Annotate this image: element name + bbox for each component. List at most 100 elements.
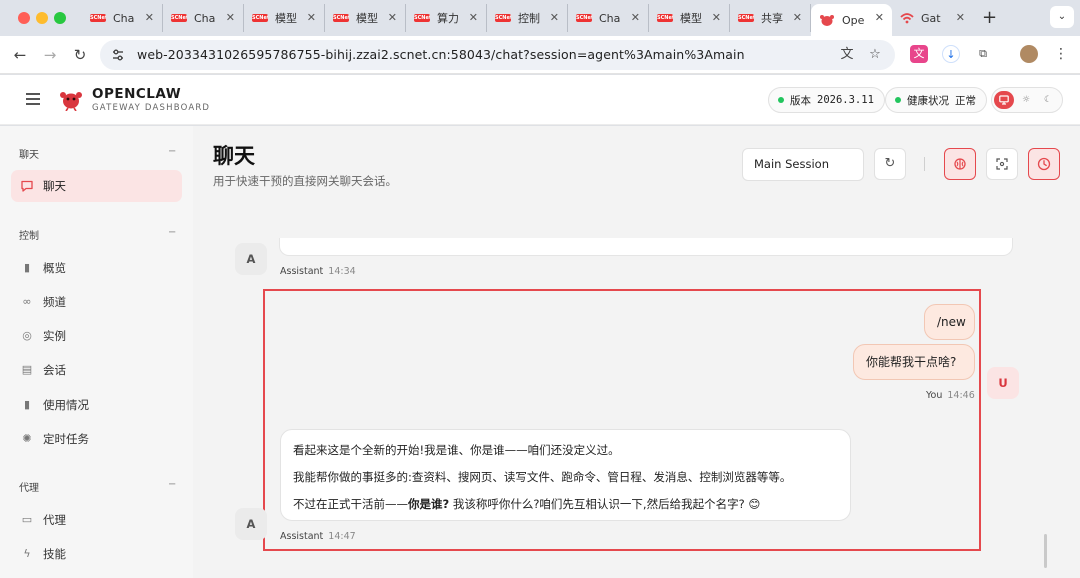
window-zoom-button[interactable]: [54, 12, 66, 24]
close-icon[interactable]: ✕: [631, 11, 640, 24]
theme-system-button[interactable]: [994, 91, 1014, 109]
collapse-icon[interactable]: −: [168, 146, 176, 157]
chat-scrollbar[interactable]: [1044, 534, 1047, 568]
extension-translate-icon[interactable]: 文: [910, 45, 928, 63]
lightning-icon: ϟ: [23, 547, 31, 560]
window-close-button[interactable]: [18, 12, 30, 24]
brand-subtitle: GATEWAY DASHBOARD: [92, 103, 211, 113]
openclaw-favicon-icon: [820, 15, 834, 26]
close-icon[interactable]: ✕: [469, 11, 478, 24]
assistant-message-bubble: 看起来这是个全新的开始!我是谁、你是谁——咱们还没定义过。 我能帮你做的事挺多的…: [280, 429, 851, 521]
broadcast-icon: ◎: [22, 329, 32, 342]
menu-toggle-icon[interactable]: [26, 93, 40, 105]
site-settings-icon[interactable]: [110, 47, 126, 63]
browser-tab[interactable]: SCNet Cha ✕: [82, 4, 163, 32]
forward-arrow-icon[interactable]: →: [40, 45, 60, 65]
new-tab-icon[interactable]: +: [982, 7, 997, 28]
thinking-toggle-button[interactable]: [944, 148, 976, 180]
address-bar[interactable]: web-2033431026595786755-bihij.zzai2.scne…: [100, 40, 895, 70]
bar-chart-icon: ▮: [23, 398, 31, 411]
star-icon[interactable]: ☆: [867, 47, 883, 63]
browser-toolbar: ← → ↻ web-2033431026595786755-bihij.zzai…: [0, 36, 1080, 74]
link-icon: ∞: [22, 295, 32, 308]
browser-tab[interactable]: SCNet Cha ✕: [568, 4, 649, 32]
history-toggle-button[interactable]: [1028, 148, 1060, 180]
theme-dark-button[interactable]: ☾: [1038, 91, 1058, 109]
sidebar-section-chat: 聊天: [19, 150, 39, 161]
clock-icon: [1037, 157, 1051, 171]
page-subtitle: 用于快速干预的直接网关聊天会话。: [213, 174, 397, 188]
sidebar-item-instances[interactable]: ◎ 实例: [11, 320, 182, 352]
focus-mode-button[interactable]: [986, 148, 1018, 180]
browser-tab[interactable]: SCNet 算力 ✕: [406, 4, 487, 32]
sidebar-item-channels[interactable]: ∞ 频道: [11, 286, 182, 318]
theme-light-button[interactable]: ☼: [1016, 91, 1036, 109]
profile-avatar[interactable]: [1020, 45, 1038, 63]
toolbar-divider: [924, 157, 925, 171]
browser-tab[interactable]: SCNet 模型 ✕: [649, 4, 730, 32]
browser-tab-active[interactable]: Ope ✕: [811, 4, 892, 36]
browser-tab[interactable]: SCNet 模型 ✕: [325, 4, 406, 32]
folder-icon: ▭: [21, 513, 33, 526]
main-content: 聊天 用于快速干预的直接网关聊天会话。 Main Session ↻ A Ass…: [193, 126, 1080, 578]
sidebar: 聊天 − 聊天 控制 − ▮ 概览 ∞ 频道 ◎ 实例 ▤ 会话 ▮ 使用情况 …: [0, 126, 193, 578]
browser-menu-icon[interactable]: ⋮: [1052, 45, 1070, 63]
message-meta: Assistant 14:34: [280, 266, 356, 277]
version-badge: 版本 2026.3.11: [768, 87, 885, 113]
close-icon[interactable]: ✕: [793, 11, 802, 24]
brain-icon: [954, 158, 966, 170]
sidebar-item-sessions[interactable]: ▤ 会话: [11, 354, 182, 386]
scnet-favicon-icon: SCNet: [333, 14, 349, 22]
sidebar-item-overview[interactable]: ▮ 概览: [11, 252, 182, 284]
browser-tab-strip: SCNet Cha ✕ SCNet Cha ✕ SCNet 模型 ✕ SCNet 模型 ✕ SC…: [0, 0, 1080, 36]
scnet-favicon-icon: SCNet: [738, 14, 754, 22]
sidebar-item-agents[interactable]: ▭ 代理: [11, 504, 182, 536]
moon-icon: ☾: [1043, 95, 1053, 105]
url-text[interactable]: web-2033431026595786755-bihij.zzai2.scne…: [137, 47, 745, 62]
close-icon[interactable]: ✕: [307, 11, 316, 24]
monitor-icon: [999, 95, 1009, 105]
extensions-puzzle-icon[interactable]: ⧉: [974, 45, 992, 63]
close-icon[interactable]: ✕: [388, 11, 397, 24]
assistant-avatar: A: [235, 243, 267, 275]
chat-icon: [21, 180, 33, 192]
app-header: OPENCLAW GATEWAY DASHBOARD 版本 2026.3.11 …: [0, 75, 1080, 125]
close-icon[interactable]: ✕: [550, 11, 559, 24]
close-icon[interactable]: ✕: [712, 11, 721, 24]
theme-switcher: ☼ ☾: [991, 87, 1063, 113]
translate-icon[interactable]: ⽂: [839, 47, 855, 63]
status-dot-icon: [778, 97, 784, 103]
focus-icon: [996, 158, 1008, 170]
reload-icon[interactable]: ↻: [70, 45, 90, 65]
refresh-icon: ↻: [884, 156, 896, 171]
download-icon[interactable]: ↓: [942, 45, 960, 63]
refresh-button[interactable]: ↻: [874, 148, 906, 180]
browser-tab[interactable]: SCNet 共享 ✕: [730, 4, 811, 32]
gateway-favicon-icon: [900, 13, 914, 24]
document-icon: ▤: [21, 363, 33, 376]
close-icon[interactable]: ✕: [956, 11, 965, 24]
sidebar-item-cron[interactable]: ✺ 定时任务: [11, 423, 182, 455]
sidebar-item-usage[interactable]: ▮ 使用情况: [11, 389, 182, 421]
close-icon[interactable]: ✕: [875, 11, 884, 24]
browser-tab[interactable]: SCNet 控制 ✕: [487, 4, 568, 32]
message-meta: You 14:46: [926, 390, 975, 401]
collapse-icon[interactable]: −: [168, 227, 176, 238]
window-minimize-button[interactable]: [36, 12, 48, 24]
loader-icon: ✺: [22, 432, 32, 445]
close-icon[interactable]: ✕: [145, 11, 154, 24]
sidebar-item-skills[interactable]: ϟ 技能: [11, 538, 182, 570]
browser-tab[interactable]: SCNet 模型 ✕: [244, 4, 325, 32]
browser-tab[interactable]: Gat ✕: [892, 4, 973, 32]
message-line: 看起来这是个全新的开始!我是谁、你是谁——咱们还没定义过。: [293, 443, 620, 457]
back-arrow-icon[interactable]: ←: [10, 45, 30, 65]
collapse-icon[interactable]: −: [168, 479, 176, 490]
browser-tab[interactable]: SCNet Cha ✕: [163, 4, 244, 32]
brand-title: OPENCLAW: [92, 86, 182, 102]
browser-tabs: SCNet Cha ✕ SCNet Cha ✕ SCNet 模型 ✕ SCNet 模型 ✕ SC…: [82, 4, 973, 36]
session-select[interactable]: Main Session: [742, 148, 864, 181]
sidebar-item-chat[interactable]: 聊天: [11, 170, 182, 202]
close-icon[interactable]: ✕: [226, 11, 235, 24]
scnet-favicon-icon: SCNet: [252, 14, 268, 22]
tab-search-chevron-icon[interactable]: ⌄: [1050, 6, 1074, 28]
